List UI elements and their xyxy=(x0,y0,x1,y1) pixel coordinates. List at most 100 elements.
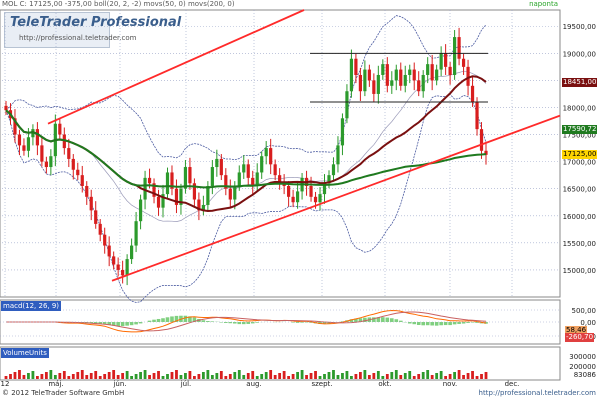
volume-bar xyxy=(18,370,21,379)
volume-bar xyxy=(251,371,255,379)
y-tick-label: 15000,00 xyxy=(563,267,596,275)
candle-body xyxy=(17,134,22,146)
volume-bar xyxy=(246,373,250,379)
volume-bar xyxy=(103,374,107,379)
volume-bar xyxy=(287,376,291,379)
volume-bar xyxy=(179,375,183,379)
volume-bar xyxy=(215,373,219,379)
candle-body xyxy=(134,221,138,246)
volume-bar xyxy=(394,370,398,379)
volume-bar xyxy=(435,373,439,379)
candle-body xyxy=(426,64,430,75)
footer-link[interactable]: http://professional.teletrader.com xyxy=(479,389,596,397)
volume-bar xyxy=(188,371,192,379)
macd-histogram-bar xyxy=(125,322,129,326)
trendlines[interactable] xyxy=(47,9,561,282)
volume-bar xyxy=(260,374,264,379)
volume-bar xyxy=(157,371,160,379)
bollinger-bands xyxy=(5,15,487,303)
candle-body xyxy=(457,37,461,59)
volume-bar xyxy=(345,371,349,379)
candle-body xyxy=(331,164,336,176)
volume-tick-label: 200000 xyxy=(569,363,596,371)
volume-bar xyxy=(471,371,474,379)
candle-body xyxy=(125,259,129,276)
candle-body xyxy=(138,199,143,222)
volume-bar xyxy=(134,374,138,379)
candle-body xyxy=(448,66,452,75)
candle-body xyxy=(479,129,484,151)
macd-histogram-bar xyxy=(430,322,434,326)
macd-histogram-bar xyxy=(448,322,452,326)
macd-histogram-bar xyxy=(241,322,246,325)
x-tick-label: szept. xyxy=(311,380,332,388)
candle-body xyxy=(390,80,394,86)
candle-body xyxy=(376,74,380,94)
macd-histogram-bar xyxy=(183,315,188,322)
footer: © 2012 TeleTrader Software GmbH http://p… xyxy=(0,388,600,400)
candlesticks[interactable] xyxy=(4,27,488,286)
volume-bar xyxy=(31,371,35,379)
candle-body xyxy=(435,69,439,81)
volume-bar xyxy=(237,370,241,379)
volume-bar xyxy=(350,376,353,379)
macd-histogram-bar xyxy=(452,322,457,325)
macd-histogram-bar xyxy=(170,316,174,322)
candle-body xyxy=(273,164,277,176)
candle-body xyxy=(461,58,466,67)
x-tick-label: dec. xyxy=(505,380,520,388)
volume-bar xyxy=(58,373,62,379)
candle-body xyxy=(295,191,300,203)
candle-body xyxy=(381,64,385,75)
macd-histogram-bar xyxy=(161,318,165,322)
candle-body xyxy=(206,185,210,205)
volume-bar xyxy=(453,372,456,379)
price-marker: 18451,00 xyxy=(562,78,598,88)
volume-bar xyxy=(367,375,371,379)
volume-bar xyxy=(332,370,335,379)
y-tick-label: 15500,00 xyxy=(563,240,596,248)
macd-histogram-bar xyxy=(457,322,461,324)
candle-body xyxy=(385,64,389,86)
macd-histogram-bar xyxy=(443,322,448,326)
volume-bar xyxy=(484,372,488,379)
candle-body xyxy=(76,169,80,176)
macd-histogram-bar xyxy=(439,322,443,326)
candle-body xyxy=(269,148,273,165)
volume-bar xyxy=(327,372,331,379)
candle-body xyxy=(246,164,250,178)
volume-bar xyxy=(273,375,277,379)
x-tick-label: aug. xyxy=(246,380,261,388)
volume-bar xyxy=(358,372,362,379)
volume-bar xyxy=(89,373,93,379)
volume-bar xyxy=(475,376,479,379)
volume-bar xyxy=(166,374,169,379)
x-tick-label: 12 xyxy=(1,380,10,388)
candle-body xyxy=(165,172,170,195)
candle-body xyxy=(103,234,107,246)
volume-bar xyxy=(13,372,17,379)
volume-bar xyxy=(466,373,470,379)
macd-histogram-bar xyxy=(389,318,394,322)
candle-body xyxy=(116,264,120,270)
volume-bar xyxy=(264,372,268,379)
candle-body xyxy=(228,188,232,200)
volume-bar xyxy=(170,372,174,379)
volume-bar xyxy=(318,376,322,379)
volume-panel-label[interactable]: VolumeUnits xyxy=(1,348,49,358)
candle-body xyxy=(466,66,470,86)
volume-bar xyxy=(40,374,44,379)
candle-body xyxy=(349,58,354,92)
macd-histogram-bar xyxy=(129,322,134,326)
candle-body xyxy=(470,85,475,103)
volume-bar xyxy=(448,374,452,379)
macd-panel-label[interactable]: macd(12, 26, 9) xyxy=(1,301,62,311)
volume-bar xyxy=(439,371,443,379)
price-marker: 17590,72 xyxy=(562,124,598,134)
volume-bar xyxy=(354,374,358,379)
volume-bar xyxy=(323,374,326,379)
x-tick-label: máj. xyxy=(48,380,63,388)
volume-bar xyxy=(417,374,421,379)
candle-body xyxy=(121,269,125,276)
candle-body xyxy=(94,210,98,224)
